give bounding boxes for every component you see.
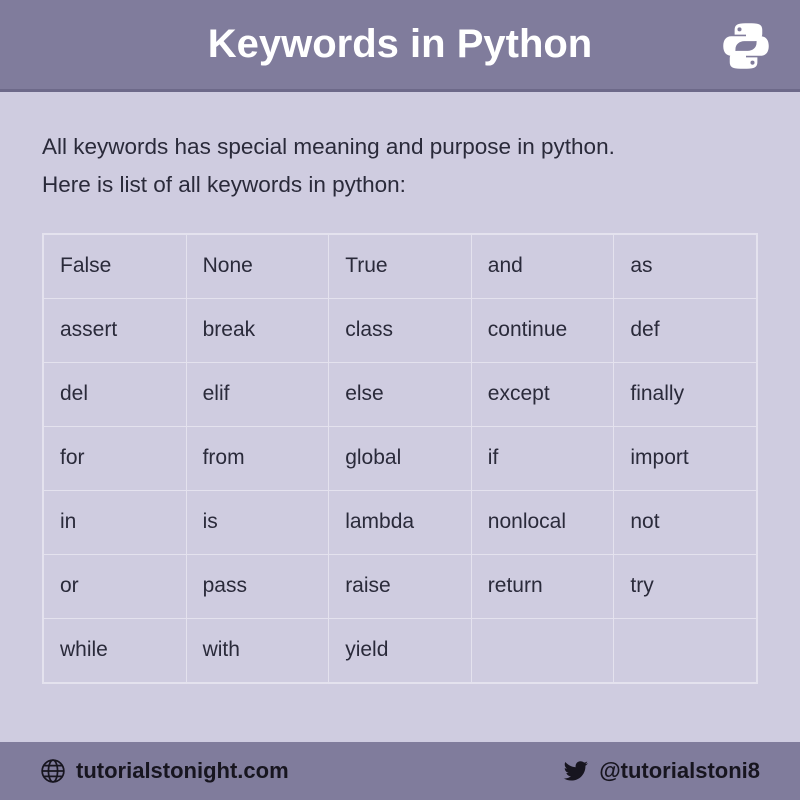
table-row: FalseNoneTrueandas [44,234,757,298]
keyword-cell: nonlocal [471,490,614,554]
table-row: orpassraisereturntry [44,554,757,618]
page-title: Keywords in Python [208,22,593,67]
keyword-cell: class [329,298,472,362]
keyword-cell: elif [186,362,329,426]
keyword-cell [471,618,614,682]
keyword-cell: break [186,298,329,362]
footer-right: @tutorialstoni8 [563,758,760,784]
twitter-icon [563,758,589,784]
keyword-cell: not [614,490,757,554]
keyword-cell: yield [329,618,472,682]
keyword-cell: if [471,426,614,490]
keyword-cell: else [329,362,472,426]
description: All keywords has special meaning and pur… [42,128,758,205]
footer-left: tutorialstonight.com [40,758,289,784]
globe-icon [40,758,66,784]
keyword-cell: in [44,490,187,554]
table-row: forfromglobalifimport [44,426,757,490]
keyword-cell: assert [44,298,187,362]
keyword-cell: and [471,234,614,298]
table-row: inislambdanonlocalnot [44,490,757,554]
keyword-cell: None [186,234,329,298]
keyword-cell: pass [186,554,329,618]
keywords-table: FalseNoneTrueandasassertbreakclasscontin… [43,234,757,683]
description-line-2: Here is list of all keywords in python: [42,166,758,204]
keyword-cell [614,618,757,682]
keyword-cell: as [614,234,757,298]
table-row: whilewithyield [44,618,757,682]
keyword-cell: try [614,554,757,618]
keyword-cell: import [614,426,757,490]
keyword-cell: except [471,362,614,426]
keyword-cell: finally [614,362,757,426]
website-label: tutorialstonight.com [76,758,289,784]
keyword-cell: False [44,234,187,298]
content: All keywords has special meaning and pur… [0,92,800,742]
table-row: assertbreakclasscontinuedef [44,298,757,362]
keyword-cell: raise [329,554,472,618]
keyword-cell: True [329,234,472,298]
description-line-1: All keywords has special meaning and pur… [42,128,758,166]
keyword-cell: with [186,618,329,682]
keyword-cell: while [44,618,187,682]
keyword-cell: def [614,298,757,362]
python-icon [720,20,772,72]
keyword-cell: del [44,362,187,426]
keywords-table-wrap: FalseNoneTrueandasassertbreakclasscontin… [42,233,758,684]
keyword-cell: global [329,426,472,490]
table-row: delelifelseexceptfinally [44,362,757,426]
keyword-cell: continue [471,298,614,362]
keyword-cell: or [44,554,187,618]
header: Keywords in Python [0,0,800,92]
keyword-cell: return [471,554,614,618]
keyword-cell: from [186,426,329,490]
footer: tutorialstonight.com @tutorialstoni8 [0,742,800,800]
keyword-cell: lambda [329,490,472,554]
keyword-cell: for [44,426,187,490]
twitter-handle: @tutorialstoni8 [599,758,760,784]
keyword-cell: is [186,490,329,554]
